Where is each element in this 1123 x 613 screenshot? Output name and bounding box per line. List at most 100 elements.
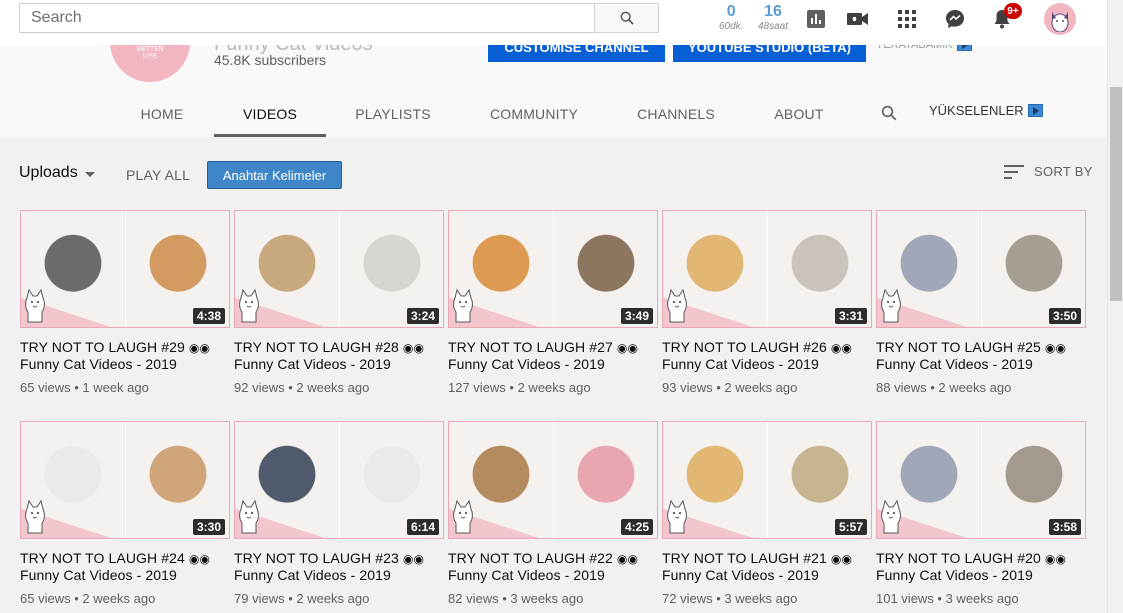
- tab-playlists[interactable]: PLAYLISTS: [340, 90, 446, 137]
- messages-icon[interactable]: [943, 7, 967, 31]
- video-card[interactable]: 3:31 TRY NOT TO LAUGH #26 ◉◉ Funny Cat Vid…: [662, 210, 872, 395]
- masthead: 0 60dk. 16 48saat 9+: [0, 0, 1107, 45]
- video-views: 88 views: [876, 380, 927, 395]
- video-views: 92 views: [234, 380, 285, 395]
- video-thumbnail[interactable]: 4:25: [448, 421, 658, 539]
- video-title[interactable]: TRY NOT TO LAUGH #22 ◉◉ Funny Cat Videos …: [448, 550, 658, 583]
- sort-by-button[interactable]: SORT BY: [1004, 164, 1093, 179]
- video-meta: 88 views • 2 weeks ago: [876, 380, 1086, 395]
- sort-by-label: SORT BY: [1034, 164, 1093, 179]
- video-title[interactable]: TRY NOT TO LAUGH #25 ◉◉ Funny Cat Videos …: [876, 339, 1086, 372]
- video-title[interactable]: TRY NOT TO LAUGH #27 ◉◉ Funny Cat Videos …: [448, 339, 658, 372]
- video-card[interactable]: 3:50 TRY NOT TO LAUGH #25 ◉◉ Funny Cat Vid…: [876, 210, 1086, 395]
- video-thumbnail[interactable]: 3:24: [234, 210, 444, 328]
- eyes-emoji-icon: ◉◉: [188, 552, 211, 566]
- video-title-line2: Funny Cat Videos - 2019: [234, 356, 391, 372]
- analytics-icon[interactable]: [804, 7, 828, 31]
- video-duration: 4:25: [620, 519, 653, 535]
- video-card[interactable]: 3:58 TRY NOT TO LAUGH #20 ◉◉ Funny Cat Vid…: [876, 421, 1086, 606]
- video-thumbnail[interactable]: 3:49: [448, 210, 658, 328]
- tab-about[interactable]: ABOUT: [760, 90, 838, 137]
- video-age: 3 weeks ago: [724, 591, 798, 606]
- video-title-line2: Funny Cat Videos - 2019: [876, 356, 1033, 372]
- video-card[interactable]: 3:30 TRY NOT TO LAUGH #24 ◉◉ Funny Cat Vid…: [20, 421, 230, 606]
- video-views: 79 views: [234, 591, 285, 606]
- video-card[interactable]: 3:49 TRY NOT TO LAUGH #27 ◉◉ Funny Cat Vid…: [448, 210, 658, 395]
- video-title[interactable]: TRY NOT TO LAUGH #29 ◉◉ Funny Cat Videos …: [20, 339, 230, 372]
- scrollbar[interactable]: [1107, 0, 1123, 613]
- tab-home[interactable]: HOME: [110, 90, 214, 137]
- video-meta: 82 views • 3 weeks ago: [448, 591, 658, 606]
- video-thumbnail[interactable]: 6:14: [234, 421, 444, 539]
- eyes-emoji-icon: ◉◉: [830, 552, 853, 566]
- scrollbar-thumb[interactable]: [1110, 87, 1122, 301]
- meta-separator: •: [505, 380, 518, 395]
- cat-mascot-icon: [881, 499, 901, 534]
- uploads-dropdown[interactable]: Uploads: [19, 164, 95, 182]
- account-avatar[interactable]: [1044, 3, 1076, 35]
- video-thumbnail[interactable]: 5:57: [662, 421, 872, 539]
- search-button[interactable]: [594, 3, 659, 33]
- uploads-label: Uploads: [19, 164, 78, 181]
- eyes-emoji-icon: ◉◉: [188, 341, 211, 355]
- video-title[interactable]: TRY NOT TO LAUGH #28 ◉◉ Funny Cat Videos …: [234, 339, 444, 372]
- video-card[interactable]: 4:25 TRY NOT TO LAUGH #22 ◉◉ Funny Cat Vid…: [448, 421, 658, 606]
- stat-label: 60dk.: [719, 21, 744, 32]
- video-meta: 72 views • 3 weeks ago: [662, 591, 872, 606]
- video-card[interactable]: 6:14 TRY NOT TO LAUGH #23 ◉◉ Funny Cat Vid…: [234, 421, 444, 606]
- video-thumbnail[interactable]: 3:31: [662, 210, 872, 328]
- video-card[interactable]: 4:38 TRY NOT TO LAUGH #29 ◉◉ Funny Cat Vid…: [20, 210, 230, 395]
- play-all-button[interactable]: PLAY ALL: [126, 167, 190, 183]
- video-thumbnail[interactable]: 4:38: [20, 210, 230, 328]
- meta-separator: •: [284, 380, 297, 395]
- video-views: 65 views: [20, 380, 71, 395]
- search-box[interactable]: [19, 3, 595, 33]
- video-card[interactable]: 5:57 TRY NOT TO LAUGH #21 ◉◉ Funny Cat Vid…: [662, 421, 872, 606]
- eyes-emoji-icon: ◉◉: [1044, 341, 1067, 355]
- video-card[interactable]: 3:24 TRY NOT TO LAUGH #28 ◉◉ Funny Cat Vid…: [234, 210, 444, 395]
- stat-value: 16: [764, 3, 782, 20]
- video-meta: 92 views • 2 weeks ago: [234, 380, 444, 395]
- video-age: 3 weeks ago: [945, 591, 1019, 606]
- meta-separator: •: [284, 591, 297, 606]
- video-title-line1: TRY NOT TO LAUGH #27: [448, 339, 613, 355]
- apps-grid-icon[interactable]: [895, 7, 919, 31]
- meta-separator: •: [498, 591, 511, 606]
- video-title-line2: Funny Cat Videos - 2019: [448, 567, 605, 583]
- video-duration: 4:38: [192, 308, 225, 324]
- video-title-line1: TRY NOT TO LAUGH #25: [876, 339, 1041, 355]
- video-age: 2 weeks ago: [724, 380, 798, 395]
- video-age: 1 week ago: [82, 380, 149, 395]
- search-input[interactable]: [20, 4, 594, 32]
- create-video-icon[interactable]: [846, 7, 870, 31]
- yukselenler-link[interactable]: YÜKSELENLER: [929, 103, 1043, 118]
- notification-badge: 9+: [1004, 3, 1022, 19]
- tab-community[interactable]: COMMUNITY: [478, 90, 590, 137]
- video-thumbnail[interactable]: 3:58: [876, 421, 1086, 539]
- video-title[interactable]: TRY NOT TO LAUGH #23 ◉◉ Funny Cat Videos …: [234, 550, 444, 583]
- video-thumbnail[interactable]: 3:50: [876, 210, 1086, 328]
- video-title-line2: Funny Cat Videos - 2019: [20, 356, 177, 372]
- video-meta: 93 views • 2 weeks ago: [662, 380, 872, 395]
- video-title[interactable]: TRY NOT TO LAUGH #21 ◉◉ Funny Cat Videos …: [662, 550, 872, 583]
- video-meta: 127 views • 2 weeks ago: [448, 380, 658, 395]
- video-duration: 6:14: [406, 519, 439, 535]
- video-title-line1: TRY NOT TO LAUGH #28: [234, 339, 399, 355]
- channel-header: LIVE A BETTER LIFE Funny Cat Videos 45.8…: [0, 33, 1107, 137]
- video-title-line1: TRY NOT TO LAUGH #21: [662, 550, 827, 566]
- video-age: 3 weeks ago: [510, 591, 584, 606]
- channel-search-icon[interactable]: [878, 101, 900, 125]
- video-title[interactable]: TRY NOT TO LAUGH #24 ◉◉ Funny Cat Videos …: [20, 550, 230, 583]
- video-title-line1: TRY NOT TO LAUGH #20: [876, 550, 1041, 566]
- anahtar-kelimeler-button[interactable]: Anahtar Kelimeler: [207, 161, 342, 189]
- uploads-toolbar: Uploads PLAY ALL Anahtar Kelimeler SORT …: [0, 137, 1107, 207]
- tab-videos[interactable]: VIDEOS: [214, 90, 326, 137]
- video-title-line2: Funny Cat Videos - 2019: [662, 567, 819, 583]
- video-title[interactable]: TRY NOT TO LAUGH #20 ◉◉ Funny Cat Videos …: [876, 550, 1086, 583]
- meta-separator: •: [70, 591, 83, 606]
- video-title[interactable]: TRY NOT TO LAUGH #26 ◉◉ Funny Cat Videos …: [662, 339, 872, 372]
- tab-channels[interactable]: CHANNELS: [625, 90, 727, 137]
- video-views: 82 views: [448, 591, 499, 606]
- video-thumbnail[interactable]: 3:30: [20, 421, 230, 539]
- video-title-line2: Funny Cat Videos - 2019: [876, 567, 1033, 583]
